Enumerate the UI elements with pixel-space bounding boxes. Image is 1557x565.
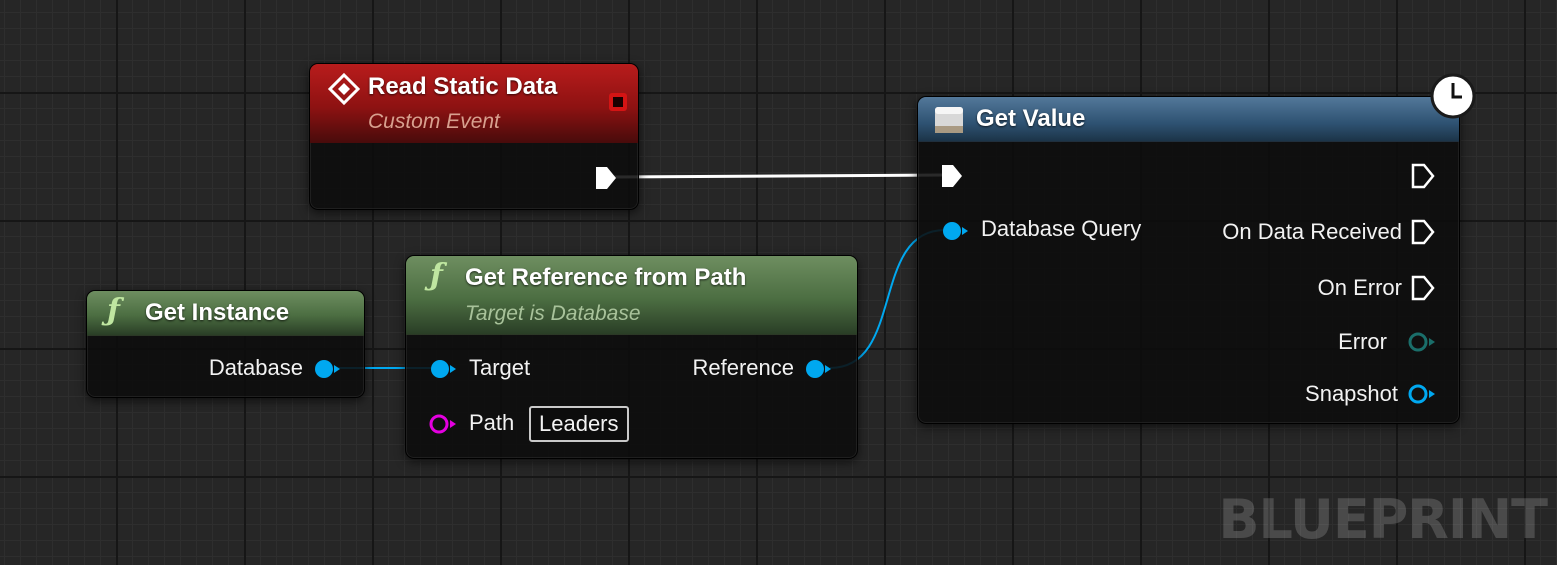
node-subtitle: Custom Event <box>368 110 500 133</box>
exec-output-pin[interactable] <box>593 165 619 191</box>
database-query-input-pin[interactable] <box>940 220 970 242</box>
function-f-icon: ƒ <box>430 258 443 293</box>
node-title: Get Instance <box>145 299 290 326</box>
path-label: Path <box>469 410 515 435</box>
snapshot-output-pin[interactable] <box>1407 383 1437 405</box>
on-error-label: On Error <box>1317 275 1402 300</box>
error-output-pin[interactable] <box>1407 331 1437 353</box>
get-instance-node[interactable]: ƒ Get Instance Database <box>86 290 365 398</box>
on-data-received-label: On Data Received <box>1222 219 1402 244</box>
database-output-pin[interactable] <box>312 358 342 380</box>
node-title: Get Reference from Path <box>465 264 747 291</box>
get-reference-from-path-node[interactable]: ƒ Get Reference from Path Target is Data… <box>405 255 858 459</box>
on-data-received-output-pin[interactable] <box>1410 219 1436 245</box>
reference-output-pin[interactable] <box>803 358 833 380</box>
reference-label: Reference <box>692 355 794 380</box>
delegate-output-pin[interactable] <box>607 91 629 113</box>
event-diamond-icon <box>327 72 361 106</box>
node-title: Read Static Data <box>368 73 558 100</box>
exec-input-pin[interactable] <box>939 163 965 189</box>
exec-output-pin[interactable] <box>1410 163 1436 189</box>
exec-wire <box>613 173 944 179</box>
get-value-node[interactable]: Get Value Database Query On Data Receive… <box>917 96 1460 424</box>
on-error-output-pin[interactable] <box>1410 275 1436 301</box>
database-label: Database <box>208 355 303 380</box>
path-input-pin[interactable] <box>428 413 458 435</box>
path-text-field[interactable]: Leaders <box>529 406 629 442</box>
target-label: Target <box>469 355 531 380</box>
node-title: Get Value <box>976 105 1086 132</box>
database-query-label: Database Query <box>981 216 1142 241</box>
clock-icon <box>1430 73 1476 119</box>
function-f-icon: ƒ <box>107 293 120 328</box>
async-node-icon <box>935 107 963 133</box>
snapshot-label: Snapshot <box>1305 381 1398 406</box>
target-input-pin[interactable] <box>428 358 458 380</box>
read-static-data-node[interactable]: Read Static Data Custom Event <box>309 63 639 210</box>
error-label: Error <box>1338 329 1387 354</box>
node-subtitle: Target is Database <box>465 302 641 325</box>
